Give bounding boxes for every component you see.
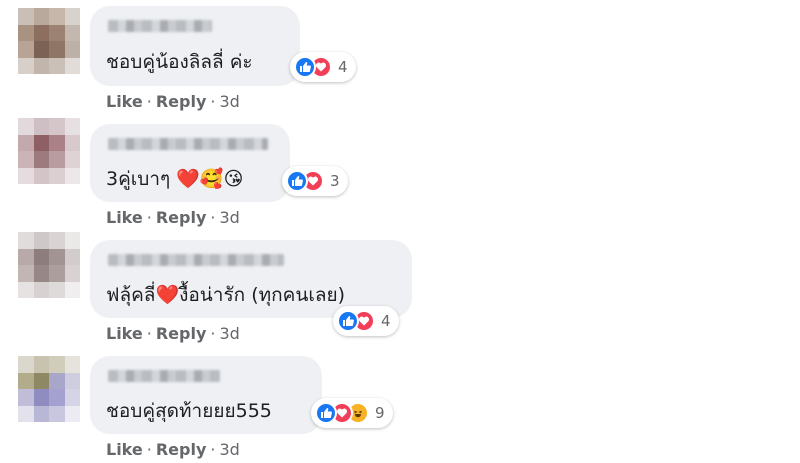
commenter-name-blurred[interactable] xyxy=(108,138,268,150)
comment-text: 3คู่เบาๆ ❤️🥰😘 xyxy=(106,168,244,190)
commenter-name-blurred[interactable] xyxy=(108,370,220,382)
comment-bubble: ชอบคู่สุดท้ายยย555 xyxy=(90,356,322,434)
like-link[interactable]: Like xyxy=(106,92,143,111)
avatar[interactable] xyxy=(18,8,80,74)
reaction-summary[interactable]: 4 xyxy=(290,52,356,82)
like-link[interactable]: Like xyxy=(106,208,143,227)
reaction-summary[interactable]: 3 xyxy=(282,166,348,196)
comment-text: ชอบคู่สุดท้ายยย555 xyxy=(106,400,272,422)
comment-text: ฟลุ้คลี่❤️งื้อน่ารัก (ทุกคนเลย) xyxy=(106,284,346,306)
reply-link[interactable]: Reply xyxy=(156,440,207,459)
reaction-summary[interactable]: 9 xyxy=(311,398,393,428)
comment-item: 3คู่เบาๆ ❤️🥰😘 3 Like · Reply · 3d xyxy=(0,116,800,232)
like-icon xyxy=(337,310,359,332)
avatar[interactable] xyxy=(18,232,80,298)
commenter-name-blurred[interactable] xyxy=(108,20,212,32)
like-icon xyxy=(286,170,308,192)
comment-actions: Like · Reply · 3d xyxy=(106,92,240,111)
comment-text: ชอบคู่น้องลิลลี่ ค่ะ xyxy=(106,51,253,73)
comment-item: ชอบคู่สุดท้ายยย555 9 Like · Reply · 3d xyxy=(0,348,800,463)
comment-item: ชอบคู่น้องลิลลี่ ค่ะ 4 Like · Reply · 3d xyxy=(0,0,800,116)
timestamp[interactable]: 3d xyxy=(219,92,239,111)
reaction-summary[interactable]: 4 xyxy=(333,306,399,336)
timestamp[interactable]: 3d xyxy=(219,208,239,227)
comment-bubble: 3คู่เบาๆ ❤️🥰😘 xyxy=(90,124,290,202)
reaction-count: 4 xyxy=(338,58,348,76)
timestamp[interactable]: 3d xyxy=(219,324,239,343)
reply-link[interactable]: Reply xyxy=(156,324,207,343)
like-link[interactable]: Like xyxy=(106,440,143,459)
comment-item: ฟลุ้คลี่❤️งื้อน่ารัก (ทุกคนเลย) 4 Like · R… xyxy=(0,232,800,348)
reaction-count: 9 xyxy=(375,404,385,422)
reply-link[interactable]: Reply xyxy=(156,208,207,227)
like-icon xyxy=(315,402,337,424)
like-icon xyxy=(294,56,316,78)
like-link[interactable]: Like xyxy=(106,324,143,343)
reply-link[interactable]: Reply xyxy=(156,92,207,111)
commenter-name-blurred[interactable] xyxy=(108,254,284,266)
comment-actions: Like · Reply · 3d xyxy=(106,208,240,227)
avatar[interactable] xyxy=(18,356,80,422)
comment-actions: Like · Reply · 3d xyxy=(106,324,240,343)
reaction-count: 3 xyxy=(330,172,340,190)
comment-actions: Like · Reply · 3d xyxy=(106,440,240,459)
timestamp[interactable]: 3d xyxy=(219,440,239,459)
comment-bubble: ชอบคู่น้องลิลลี่ ค่ะ xyxy=(90,6,300,86)
reaction-count: 4 xyxy=(381,312,391,330)
avatar[interactable] xyxy=(18,118,80,184)
